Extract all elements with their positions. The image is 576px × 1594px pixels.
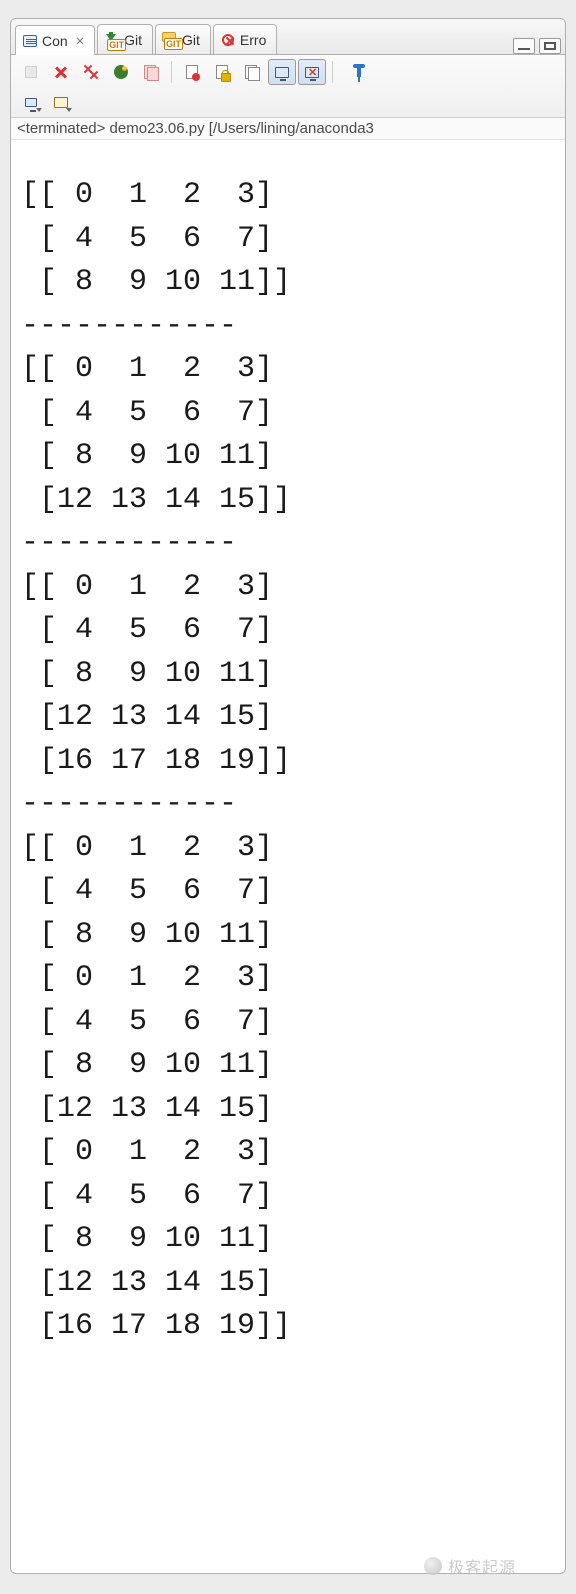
monitor-icon xyxy=(275,67,289,78)
watermark-icon xyxy=(424,1557,442,1575)
docs-pink-icon xyxy=(144,65,158,79)
open-console-button[interactable] xyxy=(47,89,75,115)
launch-status-line: <terminated> demo23.06.py [/Users/lining… xyxy=(11,118,565,140)
console-view: Con ✕ GIT Git GIT Git Erro xyxy=(10,18,566,1574)
env-icon xyxy=(114,65,128,79)
toolbar-separator xyxy=(332,61,333,83)
tab-console[interactable]: Con ✕ xyxy=(15,25,95,55)
terminate-button[interactable] xyxy=(17,59,45,85)
tab-label: Con xyxy=(42,33,68,49)
env-button[interactable] xyxy=(107,59,135,85)
show-console-button[interactable] xyxy=(238,59,266,85)
clone-console-button[interactable] xyxy=(137,59,165,85)
close-icon[interactable]: ✕ xyxy=(76,33,84,49)
remove-all-button[interactable] xyxy=(77,59,105,85)
show-stdout-button[interactable] xyxy=(268,59,296,85)
display-selected-button[interactable] xyxy=(17,89,45,115)
monitor-small-icon xyxy=(25,98,37,107)
doc-lock-icon xyxy=(216,65,228,79)
tab-error-log[interactable]: Erro xyxy=(213,24,277,54)
chevron-down-icon xyxy=(36,108,42,112)
remove-launch-button[interactable] xyxy=(47,59,75,85)
watermark-text: 极客起源 xyxy=(448,1554,516,1578)
error-log-icon xyxy=(220,32,236,48)
new-console-icon xyxy=(54,97,68,108)
tab-git-staging[interactable]: GIT Git xyxy=(97,24,153,54)
git-repo-icon: GIT xyxy=(162,32,178,48)
toolbar-separator xyxy=(171,61,172,83)
stop-icon xyxy=(25,66,37,78)
clear-console-button[interactable] xyxy=(178,59,206,85)
remove-x-icon xyxy=(53,64,69,80)
pin-icon xyxy=(357,67,361,77)
tab-label: Erro xyxy=(240,32,266,48)
remove-xx-icon xyxy=(83,64,99,80)
console-toolbar xyxy=(11,55,565,118)
maximize-view-button[interactable] xyxy=(539,38,561,54)
pin-console-button[interactable] xyxy=(339,59,367,85)
tab-label: Git xyxy=(124,32,142,48)
console-output[interactable]: [[ 0 1 2 3] [ 4 5 6 7] [ 8 9 10 11]] ---… xyxy=(11,170,565,1543)
docs-icon xyxy=(245,65,259,79)
monitor-x-icon xyxy=(305,67,319,78)
console-icon xyxy=(22,33,38,49)
git-staging-icon: GIT xyxy=(104,32,120,48)
tab-git-repositories[interactable]: GIT Git xyxy=(155,24,211,54)
view-tabbar: Con ✕ GIT Git GIT Git Erro xyxy=(11,19,565,55)
minimize-view-button[interactable] xyxy=(513,38,535,54)
scroll-lock-button[interactable] xyxy=(208,59,236,85)
watermark: 极客起源 xyxy=(424,1554,516,1578)
show-stderr-button[interactable] xyxy=(298,59,326,85)
doc-red-icon xyxy=(186,65,198,79)
chevron-down-icon xyxy=(66,108,72,112)
tab-label: Git xyxy=(182,32,200,48)
